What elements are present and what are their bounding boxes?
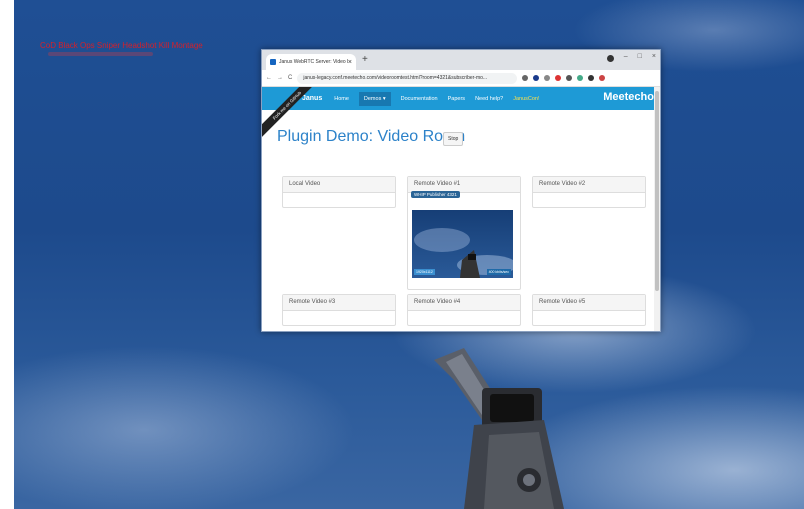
minimize-button[interactable]: –	[624, 53, 628, 62]
panel-body	[533, 311, 645, 325]
remote-video-stream[interactable]: 1920x1112 400 kbits/sec	[412, 210, 513, 278]
extension-icon[interactable]	[533, 75, 540, 81]
avatar[interactable]	[599, 75, 606, 81]
browser-window: Janus WebRTC Server: Video Ro... × + – □…	[261, 49, 661, 332]
page-scrollbar[interactable]	[654, 87, 660, 331]
browser-titlebar: Janus WebRTC Server: Video Ro... × + – □…	[262, 50, 660, 70]
extensions-toolbar	[522, 75, 606, 81]
back-button[interactable]: ←	[266, 75, 272, 81]
extension-icon[interactable]	[577, 75, 584, 81]
nav-papers[interactable]: Papers	[448, 96, 465, 102]
new-tab-button[interactable]: +	[362, 54, 368, 65]
panel-heading: Remote Video #3	[283, 295, 395, 311]
nav-documentation[interactable]: Documentation	[401, 96, 438, 102]
panel-body	[408, 311, 520, 325]
meetecho-logo[interactable]: Meetecho	[603, 91, 654, 103]
panel-remote-video-4: Remote Video #4	[407, 294, 521, 326]
panel-remote-video-3: Remote Video #3	[282, 294, 396, 326]
extension-icon[interactable]	[555, 75, 562, 81]
hud-sub-bar	[48, 52, 153, 56]
extension-icon[interactable]	[544, 75, 551, 81]
hud-red-text: CoD Black Ops Sniper Headshot Kill Monta…	[40, 41, 203, 50]
address-bar-row: ← → C janus-legacy.conf.meetecho.com/vid…	[262, 70, 660, 87]
reload-button[interactable]: C	[288, 75, 292, 81]
brand-link[interactable]: Janus	[302, 95, 322, 102]
tab-title: Janus WebRTC Server: Video Ro...	[279, 59, 348, 65]
panel-heading: Remote Video #5	[533, 295, 645, 311]
favicon-icon	[270, 59, 276, 65]
tab-close-icon[interactable]: ×	[348, 59, 352, 66]
panel-body	[533, 193, 645, 207]
panel-local-video: Local Video	[282, 176, 396, 208]
panel-heading: Remote Video #2	[533, 177, 645, 193]
panel-body	[283, 311, 395, 325]
close-window-button[interactable]: ×	[652, 53, 656, 62]
nav-demos[interactable]: Demos ▾	[358, 91, 391, 106]
panel-heading: Local Video	[283, 177, 395, 193]
panel-heading: Remote Video #4	[408, 295, 520, 311]
extension-icon[interactable]	[566, 75, 573, 81]
panel-remote-video-5: Remote Video #5	[532, 294, 646, 326]
scrollbar-thumb[interactable]	[655, 91, 659, 291]
maximize-button[interactable]: □	[638, 53, 642, 62]
star-icon[interactable]	[522, 75, 529, 81]
nav-need-help[interactable]: Need help?	[475, 96, 503, 102]
puzzle-icon[interactable]	[588, 75, 595, 81]
page-title: Plugin Demo: Video Room	[277, 128, 466, 145]
video-bitrate-label: 400 kbits/sec	[486, 269, 511, 275]
nav-home[interactable]: Home	[334, 96, 349, 102]
panel-body	[283, 193, 395, 207]
panel-remote-video-2: Remote Video #2	[532, 176, 646, 208]
profile-icon[interactable]	[606, 55, 614, 62]
weapon-viewmodel	[434, 348, 564, 509]
site-navbar: Janus Home Demos ▾ Documentation Papers …	[262, 87, 660, 110]
forward-button[interactable]: →	[277, 75, 283, 81]
nav-januscon[interactable]: JanusCon!	[513, 96, 539, 102]
browser-tab[interactable]: Janus WebRTC Server: Video Ro... ×	[266, 54, 356, 70]
window-controls: – □ ×	[606, 53, 656, 62]
url-input[interactable]: janus-legacy.conf.meetecho.com/videoroom…	[297, 72, 518, 84]
page-viewport: Janus Home Demos ▾ Documentation Papers …	[262, 87, 660, 331]
video-frame-thumbnail	[414, 228, 513, 278]
stop-button[interactable]: Stop	[443, 132, 464, 146]
publisher-badge: WHIP Publisher 4321	[411, 191, 460, 198]
video-resolution-label: 1920x1112	[414, 269, 435, 275]
